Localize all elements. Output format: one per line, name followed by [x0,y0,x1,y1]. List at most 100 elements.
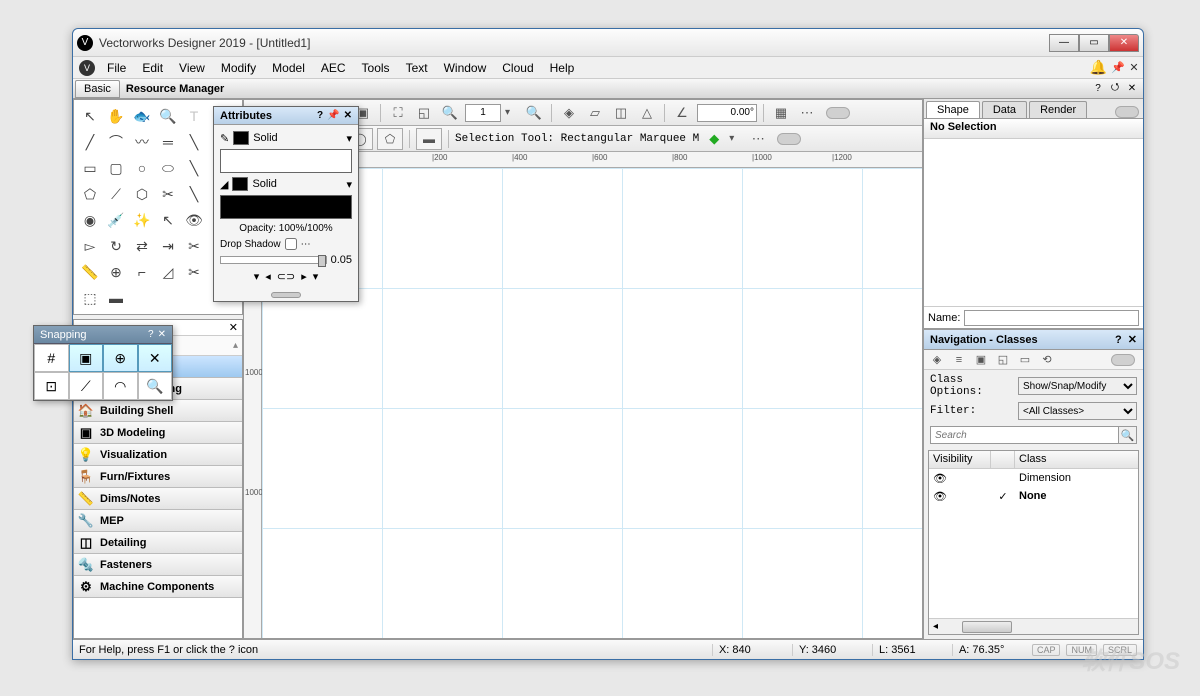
rounded-rect-tool-icon[interactable]: ▢ [104,156,128,180]
fit-objects-icon[interactable]: ◱ [413,102,435,124]
rm-help-icon[interactable]: ? [1091,82,1105,96]
class-row[interactable]: 👁Dimension [929,469,1138,487]
nav-tabs-expand-icon[interactable] [1111,354,1135,366]
toolset-item[interactable]: 🏠Building Shell [74,400,242,422]
toolset-item[interactable]: ⚙Machine Components [74,576,242,598]
rm-close-icon[interactable]: ✕ [1125,82,1139,96]
drop-shadow-options-icon[interactable]: ⋯ [301,239,311,250]
angle-input[interactable] [697,104,757,122]
polygon-tool-icon[interactable]: ⬠ [78,182,102,206]
mode-polygon-icon[interactable]: ⬠ [377,128,403,150]
zoom-out-icon[interactable]: 🔍 [439,102,461,124]
search-icon[interactable]: 🔍 [1119,426,1137,444]
toolset-item[interactable]: 🔩Fasteners [74,554,242,576]
diagonal2-tool-icon[interactable]: ╲ [182,156,206,180]
perspective-icon[interactable]: △ [636,102,658,124]
minimize-button[interactable]: — [1049,34,1079,52]
nav-header[interactable]: Navigation - Classes ? ✕ [924,330,1143,350]
attr-end-left-icon[interactable]: ▾ [254,270,260,283]
snap-tangent-icon[interactable]: ◠ [103,372,138,400]
snapping-palette[interactable]: Snapping ? ✕ # ▣ ⊕ ✕ ⊡ ⟋ ◠ 🔍 [33,325,173,401]
attr-close-icon[interactable]: ✕ [344,110,352,121]
wand-tool-icon[interactable]: ✨ [130,208,154,232]
snap-object-icon[interactable]: ▣ [69,344,104,372]
notification-bell-icon[interactable]: 🔔 [1090,59,1107,76]
freehand-tool-icon[interactable]: 〰 [130,130,154,154]
menu-file[interactable]: File [99,59,134,77]
arc-tool-icon[interactable]: ⌒ [104,130,128,154]
rectangle-tool-icon[interactable]: ▭ [78,156,102,180]
fill-color-swatch[interactable] [232,177,248,191]
attr-link-icon[interactable]: ⊂⊃ [277,270,295,283]
attr-pin-icon[interactable]: 📌 [327,110,339,121]
toolset-item[interactable]: 🔧MEP [74,510,242,532]
spiral-tool-icon[interactable]: ◉ [78,208,102,232]
toolset-item[interactable]: 📏Dims/Notes [74,488,242,510]
locus-tool-icon[interactable]: ⊕ [104,260,128,284]
tab-shape[interactable]: Shape [926,101,980,118]
double-line-tool-icon[interactable]: ═ [156,130,180,154]
polyline-tool-icon[interactable]: ⟋ [104,182,128,206]
wall-tool-icon[interactable]: ▬ [104,286,128,310]
nav-tab-classes-icon[interactable]: ◈ [928,352,946,368]
oip-name-input[interactable] [964,310,1139,326]
flyover-tool-icon[interactable]: 🐟 [130,104,154,128]
line-weight-slider[interactable] [220,256,327,264]
fillet-tool-icon[interactable]: ⌐ [130,260,154,284]
nav-tab-layers-icon[interactable]: ≡ [950,352,968,368]
view-cube-icon[interactable]: ◫ [610,102,632,124]
filter-select[interactable]: <All Classes> [1018,402,1137,420]
diagonal3-tool-icon[interactable]: ╲ [182,182,206,206]
tab-data[interactable]: Data [982,101,1027,118]
mode-more-icon[interactable]: ⋯ [747,128,769,150]
class-search-input[interactable] [930,426,1119,444]
flip-tool-icon[interactable]: ⇄ [130,234,154,258]
chamfer-tool-icon[interactable]: ◿ [156,260,180,284]
toolset-item[interactable]: ◫Detailing [74,532,242,554]
line-tool-icon[interactable]: ╱ [78,130,102,154]
menu-tools[interactable]: Tools [354,59,398,77]
mode-confirm-icon[interactable]: ◆ [703,128,725,150]
menu-help[interactable]: Help [542,59,583,77]
menu-view[interactable]: View [171,59,213,77]
snap-angle-icon[interactable]: ⊕ [103,344,138,372]
fill-style-icon[interactable]: ◢ [220,178,228,191]
toolset-item[interactable]: ▣3D Modeling [74,422,242,444]
dock-close-icon[interactable]: ✕ [1127,61,1141,75]
sheet-layer-icon[interactable]: ▦ [770,102,792,124]
oip-expand-icon[interactable] [1115,106,1139,118]
trim-tool-icon[interactable]: ✂ [182,260,206,284]
text-tool-icon[interactable]: T [182,104,206,128]
fill-preview[interactable] [220,195,352,219]
attr-prev-icon[interactable]: ◂ [265,270,271,283]
pen-color-swatch[interactable] [233,131,249,145]
attributes-palette[interactable]: Attributes ? 📌 ✕ ✎ Solid▾ ◢ Solid▾ Opaci… [213,106,359,302]
angle-icon[interactable]: ∠ [671,102,693,124]
rotate-tool-icon[interactable]: ↻ [104,234,128,258]
app-menu-icon[interactable]: V [79,60,95,76]
visibility-tool-icon[interactable]: 👁 [182,208,206,232]
col-visibility[interactable]: Visibility [929,451,991,468]
2d-polygon-tool-icon[interactable]: ⬡ [130,182,154,206]
snapping-titlebar[interactable]: Snapping ? ✕ [34,326,172,344]
selection-tool-icon[interactable]: ↖ [78,104,102,128]
attr-help-icon[interactable]: ? [317,110,323,121]
opacity-text[interactable]: Opacity: 100%/100% [220,223,352,234]
nav-tab-views-icon[interactable]: ◱ [994,352,1012,368]
attr-next-icon[interactable]: ▸ [301,270,307,283]
drop-shadow-checkbox[interactable] [285,238,297,250]
eyedropper-tool-icon[interactable]: 💉 [104,208,128,232]
attr-resize-grip[interactable] [214,289,358,301]
snap-intersection-icon[interactable]: ✕ [138,344,173,372]
snap-distance-icon[interactable]: 🔍 [138,372,173,400]
snap-help-icon[interactable]: ? [148,329,154,340]
menu-window[interactable]: Window [436,59,495,77]
projection-icon[interactable]: ▱ [584,102,606,124]
tape-tool-icon[interactable]: 📏 [78,260,102,284]
fill-mode-dropdown-icon[interactable]: ▾ [346,178,352,191]
pen-style-icon[interactable]: ✎ [220,132,229,145]
nav-help-icon[interactable]: ? [1115,334,1122,346]
class-check[interactable]: ✓ [991,490,1015,503]
maximize-button[interactable]: ▭ [1079,34,1109,52]
toolset-item[interactable]: 🪑Furn/Fixtures [74,466,242,488]
